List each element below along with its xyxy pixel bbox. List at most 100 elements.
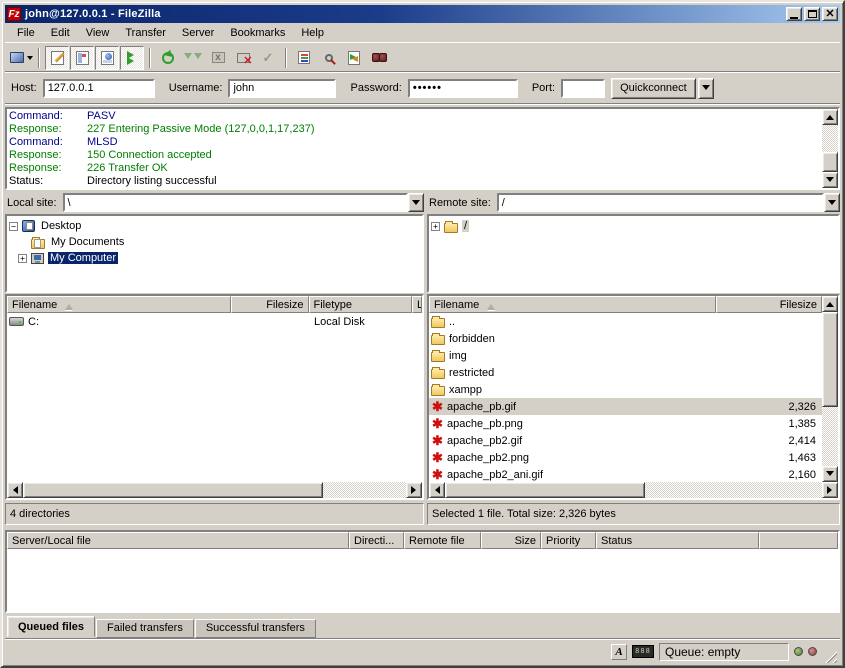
column-server-local-file[interactable]: Server/Local file	[7, 532, 349, 549]
search-button[interactable]	[317, 46, 341, 70]
remote-site-dropdown-button[interactable]	[824, 193, 840, 212]
column-last-modified[interactable]: L	[412, 296, 422, 313]
column-filename[interactable]: Filename	[429, 296, 716, 313]
column-direction[interactable]: Directi...	[349, 532, 404, 549]
toggle-message-log-button[interactable]	[45, 46, 69, 70]
speed-limit-indicator-icon[interactable]: 888	[632, 645, 654, 658]
menu-view[interactable]: View	[78, 25, 118, 41]
scrollbar-track[interactable]	[645, 482, 822, 498]
remote-vertical-scrollbar[interactable]	[822, 296, 838, 482]
column-filename[interactable]: Filename	[7, 296, 231, 313]
remote-pane: Remote site: / + / Filename Filesize ..	[427, 192, 840, 525]
filter-button[interactable]	[292, 46, 316, 70]
password-input[interactable]: ••••••	[408, 79, 518, 98]
local-horizontal-scrollbar[interactable]	[7, 482, 422, 498]
remote-file-row[interactable]: ✱apache_pb2_ani.gif2,160	[429, 466, 822, 482]
tab-failed-transfers[interactable]: Failed transfers	[96, 619, 194, 638]
expand-icon[interactable]: +	[18, 254, 27, 263]
scrollbar-track[interactable]	[822, 125, 838, 172]
collapse-icon[interactable]: −	[9, 222, 18, 231]
scroll-down-button[interactable]	[822, 466, 838, 482]
username-input[interactable]: john	[228, 79, 336, 98]
menu-server[interactable]: Server	[174, 25, 222, 41]
queue-status-panel: Queue: empty	[659, 643, 789, 661]
transfer-type-ascii-icon[interactable]: A	[611, 644, 627, 660]
remote-file-row[interactable]: ✱apache_pb2.png1,463	[429, 449, 822, 466]
scrollbar-track[interactable]	[822, 312, 838, 466]
file-size: 1,385	[722, 418, 822, 430]
local-site-combobox[interactable]: \	[63, 193, 408, 212]
remote-file-row[interactable]: xampp	[429, 381, 822, 398]
cancel-operation-button[interactable]: x	[206, 46, 230, 70]
column-filesize[interactable]: Filesize	[231, 296, 309, 313]
log-line: Response:227 Entering Passive Mode (127,…	[9, 123, 820, 136]
port-input[interactable]	[561, 79, 605, 98]
scroll-up-button[interactable]	[822, 109, 838, 125]
title-bar[interactable]: Fz john@127.0.0.1 - FileZilla ✕	[5, 5, 840, 23]
menu-bookmarks[interactable]: Bookmarks	[222, 25, 293, 41]
remote-file-row[interactable]: ✱apache_pb.png1,385	[429, 415, 822, 432]
tab-successful-transfers[interactable]: Successful transfers	[195, 619, 316, 638]
tree-item-root[interactable]: + /	[431, 218, 838, 234]
remote-file-row[interactable]: ✱apache_pb2.gif2,414	[429, 432, 822, 449]
toggle-local-tree-button[interactable]	[70, 46, 94, 70]
column-blank	[759, 532, 838, 549]
remote-file-row[interactable]: ..	[429, 313, 822, 330]
column-remote-file[interactable]: Remote file	[404, 532, 481, 549]
scrollbar-thumb[interactable]	[23, 482, 323, 498]
search-icon	[325, 54, 333, 62]
file-size: 2,326	[722, 401, 822, 413]
close-button[interactable]: ✕	[822, 7, 838, 21]
scroll-down-button[interactable]	[822, 172, 838, 188]
scroll-left-button[interactable]	[429, 482, 445, 498]
file-name: apache_pb.gif	[447, 401, 516, 413]
reconnect-button[interactable]: ✓	[256, 46, 280, 70]
refresh-button[interactable]	[156, 46, 180, 70]
host-input[interactable]: 127.0.0.1	[43, 79, 155, 98]
column-priority[interactable]: Priority	[541, 532, 596, 549]
find-files-button[interactable]	[367, 46, 391, 70]
scrollbar-thumb[interactable]	[822, 152, 838, 172]
toggle-remote-tree-button[interactable]	[95, 46, 119, 70]
scroll-right-button[interactable]	[822, 482, 838, 498]
tree-item-my-computer[interactable]: + My Computer	[9, 250, 422, 266]
tree-item-desktop[interactable]: − Desktop	[9, 218, 422, 234]
menu-transfer[interactable]: Transfer	[117, 25, 174, 41]
menu-file[interactable]: File	[9, 25, 43, 41]
remote-site-combobox[interactable]: /	[497, 193, 824, 212]
resize-grip[interactable]	[822, 648, 837, 663]
remote-file-row[interactable]: forbidden	[429, 330, 822, 347]
tree-item-my-documents[interactable]: My Documents	[9, 234, 422, 250]
disconnect-button[interactable]: ✕	[231, 46, 255, 70]
expand-icon[interactable]: +	[431, 222, 440, 231]
disconnect-icon: ✕	[237, 53, 250, 63]
scrollbar-track[interactable]	[323, 482, 406, 498]
minimize-button[interactable]	[786, 7, 802, 21]
menu-edit[interactable]: Edit	[43, 25, 78, 41]
local-site-dropdown-button[interactable]	[408, 193, 424, 212]
menu-help[interactable]: Help	[293, 25, 332, 41]
quickconnect-dropdown-button[interactable]	[698, 78, 714, 99]
remote-file-row-selected[interactable]: ✱apache_pb.gif2,326	[429, 398, 822, 415]
remote-horizontal-scrollbar[interactable]	[429, 482, 838, 498]
process-queue-button[interactable]	[181, 46, 205, 70]
column-size[interactable]: Size	[481, 532, 541, 549]
synchronized-browsing-button[interactable]	[342, 46, 366, 70]
column-filesize[interactable]: Filesize	[716, 296, 822, 313]
scroll-left-button[interactable]	[7, 482, 23, 498]
column-filetype[interactable]: Filetype	[309, 296, 413, 313]
maximize-button[interactable]	[804, 7, 820, 21]
scroll-right-button[interactable]	[406, 482, 422, 498]
remote-file-row[interactable]: img	[429, 347, 822, 364]
column-status[interactable]: Status	[596, 532, 759, 549]
scroll-up-button[interactable]	[822, 296, 838, 312]
site-manager-button[interactable]	[9, 46, 33, 70]
log-vertical-scrollbar[interactable]	[822, 109, 838, 188]
toggle-queue-button[interactable]	[120, 46, 144, 70]
remote-file-row[interactable]: restricted	[429, 364, 822, 381]
scrollbar-thumb[interactable]	[822, 312, 838, 407]
tab-queued-files[interactable]: Queued files	[7, 616, 95, 637]
scrollbar-thumb[interactable]	[445, 482, 645, 498]
local-file-row[interactable]: C: Local Disk	[7, 313, 422, 330]
quickconnect-button[interactable]: Quickconnect	[611, 78, 696, 99]
